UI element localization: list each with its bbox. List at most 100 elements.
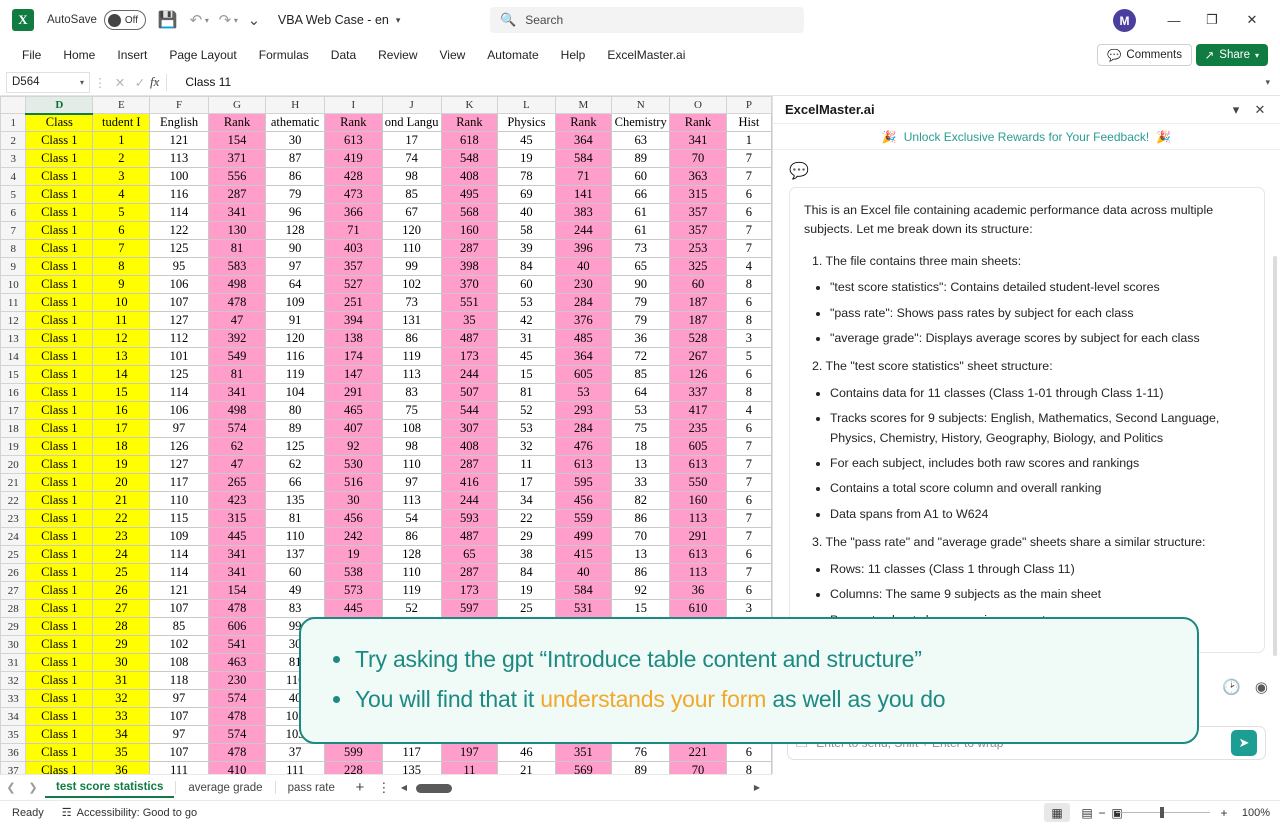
grid-cell[interactable]: 548 — [441, 150, 498, 168]
add-sheet-button[interactable]: + — [347, 779, 373, 796]
grid-cell[interactable]: 478 — [208, 294, 266, 312]
grid-cell[interactable]: 351 — [555, 744, 612, 762]
grid-cell[interactable]: 407 — [324, 420, 382, 438]
grid-cell[interactable]: 81 — [498, 384, 555, 402]
grid-cell[interactable]: 126 — [670, 366, 727, 384]
grid-cell[interactable]: 79 — [612, 294, 670, 312]
grid-cell[interactable]: Class 1 — [26, 420, 93, 438]
row-header-18[interactable]: 18 — [1, 420, 26, 438]
grid-cell[interactable]: 33 — [612, 474, 670, 492]
grid-cell[interactable]: 544 — [441, 402, 498, 420]
grid-cell[interactable]: 80 — [266, 402, 325, 420]
grid-cell[interactable]: 8 — [93, 258, 150, 276]
rewards-banner[interactable]: 🎉 Unlock Exclusive Rewards for Your Feed… — [773, 124, 1280, 150]
confirm-icon[interactable]: ✓ — [130, 75, 150, 90]
grid-cell[interactable]: 173 — [441, 582, 498, 600]
grid-cell[interactable]: 42 — [498, 312, 555, 330]
grid-cell[interactable]: 605 — [670, 438, 727, 456]
grid-cell[interactable]: 29 — [498, 528, 555, 546]
column-header-I[interactable]: I — [324, 97, 382, 114]
grid-header-cell[interactable]: ond Langu — [382, 114, 441, 132]
zoom-control[interactable]: − + 100% — [1096, 806, 1270, 820]
grid-cell[interactable]: 107 — [150, 600, 208, 618]
grid-cell[interactable]: 485 — [555, 330, 612, 348]
grid-cell[interactable]: 584 — [555, 582, 612, 600]
grid-cell[interactable]: 366 — [324, 204, 382, 222]
grid-cell[interactable]: 337 — [670, 384, 727, 402]
grid-header-cell[interactable]: Hist — [726, 114, 771, 132]
close-icon[interactable]: ✕ — [1248, 99, 1272, 121]
row-header-16[interactable]: 16 — [1, 384, 26, 402]
row-header-7[interactable]: 7 — [1, 222, 26, 240]
grid-cell[interactable]: 235 — [670, 420, 727, 438]
grid-cell[interactable]: 574 — [208, 726, 266, 744]
grid-cell[interactable]: Class 1 — [26, 474, 93, 492]
grid-cell[interactable]: Class 1 — [26, 294, 93, 312]
row-header-8[interactable]: 8 — [1, 240, 26, 258]
grid-cell[interactable]: 1 — [93, 132, 150, 150]
accessibility-status[interactable]: ☶ Accessibility: Good to go — [62, 806, 197, 819]
grid-cell[interactable]: 113 — [150, 150, 208, 168]
grid-cell[interactable]: 61 — [612, 222, 670, 240]
grid-cell[interactable]: 315 — [208, 510, 266, 528]
row-header-5[interactable]: 5 — [1, 186, 26, 204]
undo-dropdown-icon[interactable]: ▾ — [205, 16, 209, 25]
grid-cell[interactable]: 64 — [612, 384, 670, 402]
grid-cell[interactable]: 83 — [266, 600, 325, 618]
grid-cell[interactable]: 138 — [324, 330, 382, 348]
grid-cell[interactable]: 119 — [266, 366, 325, 384]
grid-cell[interactable]: 97 — [266, 258, 325, 276]
grid-cell[interactable]: 253 — [670, 240, 727, 258]
grid-cell[interactable]: 53 — [555, 384, 612, 402]
grid-cell[interactable]: 114 — [150, 564, 208, 582]
name-box[interactable]: D564 ▾ — [6, 72, 90, 93]
grid-cell[interactable]: 173 — [441, 348, 498, 366]
grid-cell[interactable]: 125 — [150, 366, 208, 384]
sheet-tab-test-score-statistics[interactable]: test score statistics — [45, 778, 174, 798]
grid-cell[interactable]: 160 — [670, 492, 727, 510]
grid-cell[interactable]: 19 — [498, 582, 555, 600]
grid-cell[interactable]: 7 — [726, 438, 771, 456]
grid-cell[interactable]: 141 — [555, 186, 612, 204]
grid-cell[interactable]: 516 — [324, 474, 382, 492]
grid-cell[interactable]: 60 — [670, 276, 727, 294]
grid-cell[interactable]: 130 — [208, 222, 266, 240]
grid-cell[interactable]: 137 — [266, 546, 325, 564]
grid-cell[interactable]: 66 — [612, 186, 670, 204]
grid-cell[interactable]: 187 — [670, 294, 727, 312]
grid-cell[interactable]: 53 — [498, 294, 555, 312]
grid-cell[interactable]: 110 — [382, 564, 441, 582]
grid-cell[interactable]: 71 — [555, 168, 612, 186]
select-all-corner[interactable] — [1, 97, 26, 114]
row-header-21[interactable]: 21 — [1, 474, 26, 492]
grid-cell[interactable]: 357 — [670, 204, 727, 222]
grid-cell[interactable]: 32 — [498, 438, 555, 456]
grid-cell[interactable]: 291 — [670, 528, 727, 546]
grid-cell[interactable]: 383 — [555, 204, 612, 222]
grid-cell[interactable]: 89 — [612, 150, 670, 168]
grid-cell[interactable]: 4 — [726, 402, 771, 420]
grid-cell[interactable]: 25 — [93, 564, 150, 582]
grid-cell[interactable]: 70 — [670, 762, 727, 775]
grid-cell[interactable]: 154 — [208, 132, 266, 150]
grid-cell[interactable]: Class 1 — [26, 636, 93, 654]
grid-cell[interactable]: 341 — [208, 204, 266, 222]
grid-cell[interactable]: Class 1 — [26, 240, 93, 258]
grid-cell[interactable]: 131 — [382, 312, 441, 330]
grid-cell[interactable]: 284 — [555, 294, 612, 312]
grid-cell[interactable]: 62 — [208, 438, 266, 456]
grid-cell[interactable]: 18 — [612, 438, 670, 456]
grid-cell[interactable]: 315 — [670, 186, 727, 204]
grid-cell[interactable]: 284 — [555, 420, 612, 438]
grid-cell[interactable]: 417 — [670, 402, 727, 420]
grid-cell[interactable]: 9 — [93, 276, 150, 294]
grid-cell[interactable]: Class 1 — [26, 312, 93, 330]
grid-cell[interactable]: 242 — [324, 528, 382, 546]
grid-cell[interactable]: 89 — [266, 420, 325, 438]
grid-cell[interactable]: 528 — [670, 330, 727, 348]
grid-cell[interactable]: 113 — [382, 366, 441, 384]
expand-formula-bar-icon[interactable]: ▾ — [1265, 77, 1270, 88]
grid-cell[interactable]: 230 — [208, 672, 266, 690]
row-header-15[interactable]: 15 — [1, 366, 26, 384]
grid-cell[interactable]: 92 — [324, 438, 382, 456]
